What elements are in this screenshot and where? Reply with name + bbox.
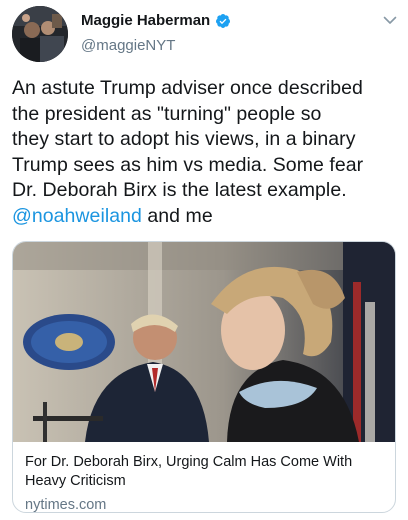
- mention-link[interactable]: @noahweiland: [12, 205, 142, 227]
- news-photo-icon: [13, 242, 395, 442]
- author-name-text: Maggie Haberman: [81, 12, 211, 29]
- tweet-text-line: the president as "turning" people so: [12, 102, 322, 125]
- tweet-text-line: Trump sees as him vs media. Some fear: [12, 153, 364, 176]
- author-name[interactable]: Maggie Haberman: [81, 12, 231, 29]
- author-avatar[interactable]: [12, 6, 68, 62]
- card-text: For Dr. Deborah Birx, Urging Calm Has Co…: [13, 442, 395, 513]
- tweet-text-line: they start to adopt his views, in a bina…: [12, 128, 356, 150]
- card-title: For Dr. Deborah Birx, Urging Calm Has Co…: [25, 454, 353, 489]
- tweet-text-line-mention: @noahweiland and me: [12, 204, 402, 230]
- tweet-text-line: An astute Trump adviser once described: [12, 77, 363, 99]
- avatar-photo-icon: [12, 6, 68, 62]
- author-handle[interactable]: @maggieNYT: [81, 37, 175, 54]
- tweet-text: An astute Trump adviser once described t…: [12, 76, 402, 229]
- mention-suffix: and me: [141, 204, 213, 227]
- chevron-down-icon[interactable]: [382, 12, 398, 28]
- link-preview-card[interactable]: For Dr. Deborah Birx, Urging Calm Has Co…: [12, 241, 396, 513]
- card-image: [13, 242, 395, 442]
- tweet[interactable]: Maggie Haberman @maggieNYT An astute Tru…: [0, 0, 408, 520]
- tweet-text-line: Dr. Deborah Birx is the latest example.: [12, 179, 347, 201]
- card-domain: nytimes.com: [25, 497, 107, 513]
- verified-badge-icon: [216, 13, 231, 28]
